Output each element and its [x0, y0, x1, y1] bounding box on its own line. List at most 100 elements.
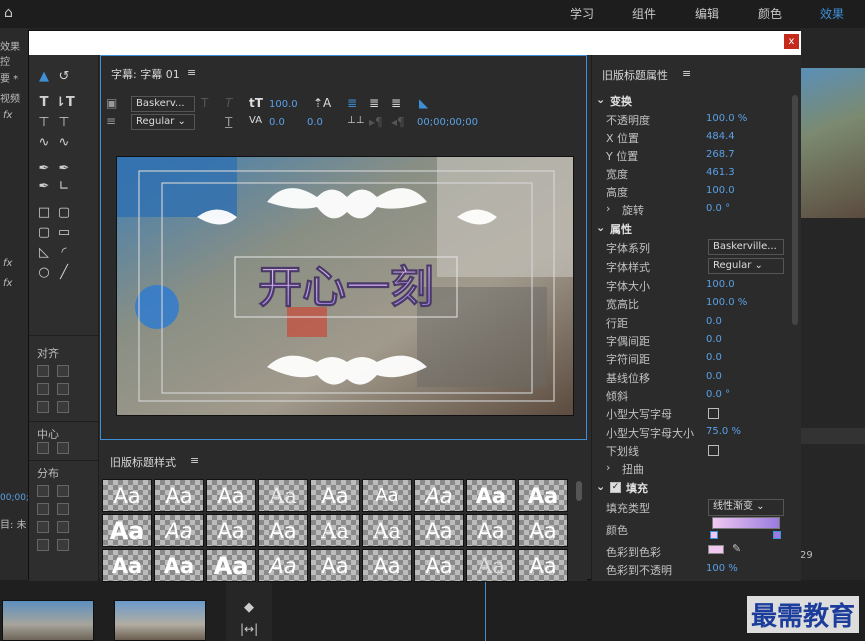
distribute-button[interactable] [57, 485, 69, 497]
baseline-shift-value[interactable]: 0.0 [706, 371, 722, 382]
workspace-learn[interactable]: 学习 [570, 5, 594, 22]
style-swatch[interactable]: Aa [206, 479, 256, 512]
distribute-button[interactable] [57, 521, 69, 533]
small-caps-size-value[interactable]: 75.0 % [706, 426, 741, 437]
style-swatch[interactable]: Aa [102, 514, 152, 547]
rectangle-tool-icon[interactable]: □ [35, 205, 53, 221]
aspect-value[interactable]: 100.0 % [706, 297, 747, 308]
workspace-editing[interactable]: 编辑 [695, 5, 719, 22]
center-horizontal-button[interactable] [37, 442, 49, 454]
align-left-text-icon[interactable]: ≣ [347, 96, 357, 110]
show-video-icon[interactable]: ◣ [419, 96, 428, 110]
font-family-dropdown[interactable]: Baskerville... ⌄ [708, 239, 784, 266]
tracking-value[interactable]: 0.0 [706, 352, 722, 363]
underline-icon[interactable]: T [225, 115, 232, 129]
wedge-tool-icon[interactable]: ◺ [35, 245, 53, 261]
fill-type-dropdown[interactable]: 线性渐变 ⌄ [708, 499, 784, 516]
style-swatch[interactable]: Aa [154, 479, 204, 512]
align-left-button[interactable] [37, 365, 49, 377]
style-swatch[interactable]: Aa [466, 514, 516, 547]
small-caps-checkbox[interactable] [708, 408, 719, 419]
home-icon[interactable]: ⌂ [4, 5, 13, 21]
area-type-tool-icon[interactable]: ⊤ [35, 115, 53, 131]
slip-icon[interactable]: |↔| [240, 622, 258, 636]
distribute-button[interactable] [57, 539, 69, 551]
align-center-text-icon[interactable]: ≣ [369, 96, 379, 110]
align-right-button[interactable] [37, 401, 49, 413]
distribute-button[interactable] [37, 539, 49, 551]
chevron-down-icon[interactable]: ⌄ [596, 221, 605, 234]
width-value[interactable]: 461.3 [706, 167, 735, 178]
fill-checkbox[interactable]: ✓ [610, 482, 621, 493]
title-text[interactable]: 开心一刻 [258, 262, 435, 314]
color-to-opacity-value[interactable]: 100 % [706, 563, 738, 574]
ellipse-tool-icon[interactable]: ○ [35, 265, 53, 281]
style-swatch[interactable]: Aa [102, 549, 152, 582]
slant-value[interactable]: 0.0 ° [706, 389, 730, 400]
razor-icon[interactable]: ◆ [244, 600, 254, 615]
font-size-value[interactable]: 100.0 [706, 279, 735, 290]
distribute-button[interactable] [57, 503, 69, 515]
templates-icon[interactable]: ≡ [106, 114, 116, 128]
props-menu-icon[interactable]: ≡ [682, 67, 691, 80]
vertical-area-type-tool-icon[interactable]: ⊤ [55, 115, 73, 131]
style-swatch[interactable]: Aa [518, 549, 568, 582]
style-swatch[interactable]: Aa [154, 549, 204, 582]
styles-scrollbar[interactable] [576, 481, 582, 501]
type-tool-icon[interactable]: T [35, 95, 53, 111]
style-swatch[interactable]: Aa [258, 479, 308, 512]
tab-icon[interactable]: ◂¶ [391, 115, 405, 129]
style-swatch[interactable]: Aa [258, 549, 308, 582]
gradient-stop-end[interactable] [773, 531, 781, 539]
style-swatch[interactable]: Aa [466, 549, 516, 582]
chevron-down-icon[interactable]: ⌄ [596, 480, 605, 493]
chevron-right-icon[interactable]: › [606, 202, 610, 215]
underline-checkbox[interactable] [708, 445, 719, 456]
distribute-button[interactable] [37, 485, 49, 497]
style-swatch[interactable]: Aa [206, 549, 256, 582]
font-size-value[interactable]: 100.0 [269, 99, 298, 110]
align-top-button[interactable] [57, 365, 69, 377]
font-family-dropdown[interactable]: Baskerv... ⌄ [131, 96, 195, 123]
style-swatch[interactable]: Aa [466, 479, 516, 512]
style-swatch[interactable]: Aa [518, 514, 568, 547]
style-swatch[interactable]: Aa [154, 514, 204, 547]
tab-icon[interactable]: ▸¶ [369, 115, 383, 129]
close-button[interactable]: x [784, 34, 799, 49]
workspace-assembly[interactable]: 组件 [632, 5, 656, 22]
clipped-corner-rect-tool-icon[interactable]: ▢ [55, 205, 73, 221]
background-video-toggle-icon[interactable]: ▣ [106, 96, 117, 110]
workspace-effects[interactable]: 效果 [820, 5, 844, 22]
style-swatch[interactable]: Aa [362, 514, 412, 547]
gradient-stop-start[interactable] [710, 531, 718, 539]
y-position-value[interactable]: 268.7 [706, 149, 735, 160]
italic-icon[interactable]: T [225, 96, 232, 110]
selection-tool-icon[interactable]: ▲ [35, 69, 53, 85]
center-vertical-button[interactable] [57, 442, 69, 454]
vertical-type-tool-icon[interactable]: ⇂T [55, 95, 75, 111]
style-swatch[interactable]: Aa [414, 549, 464, 582]
stop-color-swatch[interactable] [708, 545, 724, 554]
delete-anchor-tool-icon[interactable]: ✒ [55, 161, 73, 177]
bold-icon[interactable]: T [201, 96, 208, 110]
gradient-ramp[interactable] [712, 517, 780, 529]
distribute-button[interactable] [37, 503, 49, 515]
opacity-value[interactable]: 100.0 % [706, 113, 747, 124]
kerning-value[interactable]: 0.0 [269, 117, 285, 128]
align-center-v-button[interactable] [57, 383, 69, 395]
clip-thumbnail[interactable] [114, 600, 206, 641]
tab-stops-icon[interactable]: ⊥⊥ [347, 115, 364, 126]
height-value[interactable]: 100.0 [706, 185, 735, 196]
rotation-tool-icon[interactable]: ↺ [55, 69, 73, 85]
eyedropper-icon[interactable]: ✎ [732, 542, 741, 555]
align-right-text-icon[interactable]: ≣ [391, 96, 401, 110]
style-swatch[interactable]: Aa [310, 514, 360, 547]
vertical-path-type-tool-icon[interactable]: ∿ [55, 135, 73, 151]
style-swatch[interactable]: Aa [518, 479, 568, 512]
fill-header[interactable]: 填充 [626, 480, 648, 496]
timecode-value[interactable]: 00;00;00;00 [417, 117, 478, 128]
align-center-h-button[interactable] [37, 383, 49, 395]
leading-value[interactable]: 0.0 [706, 316, 722, 327]
x-position-value[interactable]: 484.4 [706, 131, 735, 142]
rotation-value[interactable]: 0.0 ° [706, 203, 730, 214]
